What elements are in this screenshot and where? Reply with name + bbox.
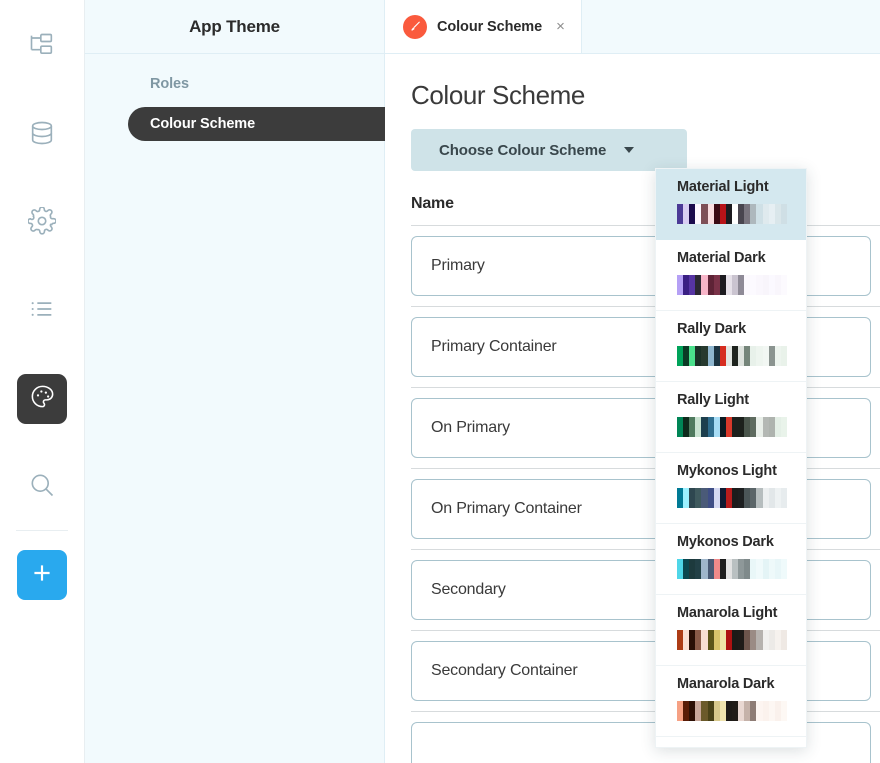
dropdown-option[interactable]: Material Dark bbox=[656, 240, 806, 311]
dropdown-option-swatch bbox=[677, 701, 787, 721]
dropdown-option-label: Manarola Dark bbox=[677, 676, 786, 692]
palette-icon bbox=[29, 383, 56, 415]
swatch-bar bbox=[781, 488, 787, 508]
dropdown-option-label: Mykonos Light bbox=[677, 463, 786, 479]
column-header-name: Name bbox=[411, 191, 880, 225]
swatch-bar bbox=[781, 204, 787, 224]
choose-colour-scheme-label: Choose Colour Scheme bbox=[439, 142, 606, 159]
table-row: On Primary Container bbox=[411, 468, 880, 549]
swatch-bar bbox=[781, 559, 787, 579]
dropdown-option-swatch bbox=[677, 417, 787, 437]
dropdown-option-label: Rally Light bbox=[677, 392, 786, 408]
search-icon bbox=[28, 471, 56, 504]
dropdown-option[interactable]: Manarola Dark bbox=[656, 666, 806, 737]
tab-colour-scheme[interactable]: Colour Scheme × bbox=[385, 0, 582, 53]
table-row: Secondary Container bbox=[411, 630, 880, 711]
tree-item-roles[interactable]: Roles bbox=[85, 68, 384, 100]
table-body: PrimaryPrimary ContainerOn PrimaryOn Pri… bbox=[411, 225, 880, 763]
panel-tree: Roles Colour Scheme bbox=[85, 54, 384, 141]
plus-icon bbox=[29, 560, 55, 591]
chevron-down-icon bbox=[624, 147, 634, 153]
dropdown-option-swatch bbox=[677, 630, 787, 650]
swatch-bar bbox=[781, 346, 787, 366]
page-title: Colour Scheme bbox=[411, 80, 880, 111]
dropdown-option-swatch bbox=[677, 275, 787, 295]
dropdown-option-label: Material Dark bbox=[677, 250, 786, 266]
swatch-bar bbox=[781, 630, 787, 650]
dropdown-option[interactable]: Mykonos Dark bbox=[656, 524, 806, 595]
rail-divider bbox=[16, 530, 68, 531]
table-row: Secondary bbox=[411, 549, 880, 630]
sidebar-item-project[interactable] bbox=[17, 22, 67, 72]
sidebar-item-settings[interactable] bbox=[17, 198, 67, 248]
choose-colour-scheme-button[interactable]: Choose Colour Scheme bbox=[411, 129, 687, 171]
tree-item-colour-scheme[interactable]: Colour Scheme bbox=[128, 107, 428, 141]
sidebar-item-data[interactable] bbox=[17, 110, 67, 160]
tab-strip: Colour Scheme × bbox=[385, 0, 880, 54]
tab-strip-filler bbox=[582, 0, 880, 53]
app-window: App Theme Roles Colour Scheme Colour Sch… bbox=[0, 0, 880, 763]
roles-table: Name PrimaryPrimary ContainerOn PrimaryO… bbox=[411, 191, 880, 763]
dropdown-option-label: Manarola Light bbox=[677, 605, 786, 621]
icon-rail bbox=[0, 0, 85, 763]
dropdown-option-label: Rally Dark bbox=[677, 321, 786, 337]
list-icon bbox=[28, 295, 56, 328]
tree-item-label: Roles bbox=[150, 76, 189, 92]
tab-label: Colour Scheme bbox=[437, 19, 542, 35]
panel-title: App Theme bbox=[189, 17, 280, 37]
dropdown-option-swatch bbox=[677, 346, 787, 366]
gear-icon bbox=[28, 207, 56, 240]
dropdown-option[interactable]: Rally Light bbox=[656, 382, 806, 453]
table-row bbox=[411, 711, 880, 763]
dropdown-option[interactable]: Rally Dark bbox=[656, 311, 806, 382]
dropdown-option[interactable]: Manarola Light bbox=[656, 595, 806, 666]
dropdown-option-swatch bbox=[677, 204, 787, 224]
table-row: Primary bbox=[411, 225, 880, 306]
close-icon[interactable]: × bbox=[556, 19, 565, 34]
database-icon bbox=[28, 119, 56, 152]
table-row: Primary Container bbox=[411, 306, 880, 387]
panel-header: App Theme bbox=[85, 0, 384, 54]
swatch-bar bbox=[781, 417, 787, 437]
add-button[interactable] bbox=[17, 550, 67, 600]
dropdown-option[interactable]: Material Light bbox=[656, 169, 806, 240]
sidebar-item-theme[interactable] bbox=[17, 374, 67, 424]
sidebar-item-search[interactable] bbox=[17, 462, 67, 512]
sidebar-item-list[interactable] bbox=[17, 286, 67, 336]
table-row: On Primary bbox=[411, 387, 880, 468]
swatch-bar bbox=[781, 275, 787, 295]
dropdown-option[interactable]: Mykonos Light bbox=[656, 453, 806, 524]
project-tree-icon bbox=[28, 31, 56, 64]
colour-scheme-dropdown-menu[interactable]: Material Light Material Dark Rally Dark Ral… bbox=[655, 168, 807, 748]
paintbrush-icon bbox=[403, 15, 427, 39]
dropdown-option-swatch bbox=[677, 488, 787, 508]
app-theme-panel: App Theme Roles Colour Scheme bbox=[85, 0, 385, 763]
dropdown-option-label: Material Light bbox=[677, 179, 786, 195]
swatch-bar bbox=[781, 701, 787, 721]
dropdown-option-swatch bbox=[677, 559, 787, 579]
dropdown-option-label: Mykonos Dark bbox=[677, 534, 786, 550]
tree-item-label: Colour Scheme bbox=[150, 116, 255, 132]
